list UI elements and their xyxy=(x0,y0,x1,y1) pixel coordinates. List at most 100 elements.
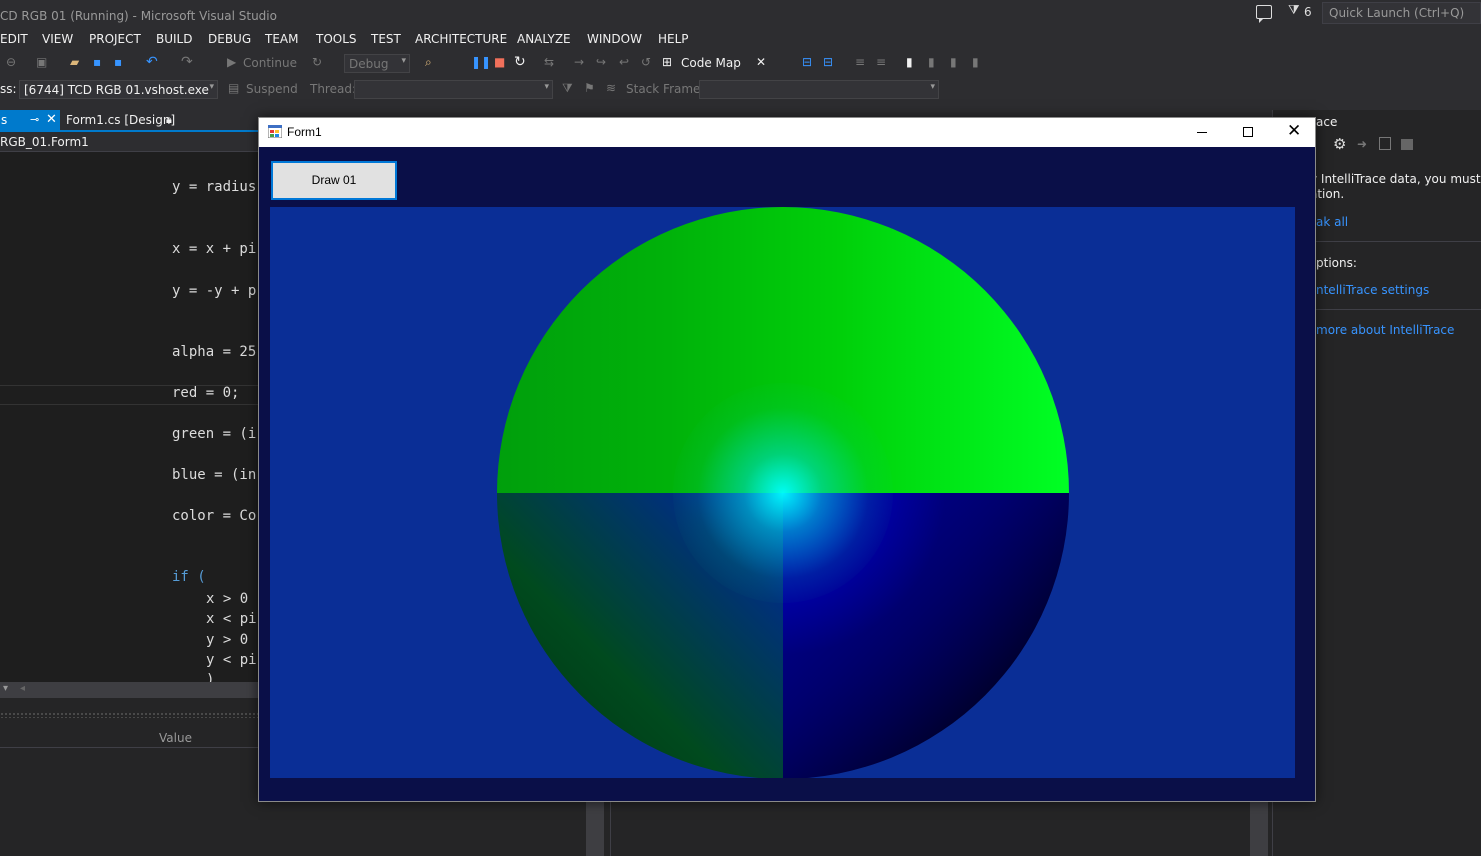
bookmark-icon[interactable]: ▮ xyxy=(906,55,913,69)
code-line: blue = (in xyxy=(172,467,256,483)
tab-code-file-label: s xyxy=(1,113,8,127)
draw-01-button[interactable]: Draw 01 xyxy=(271,161,397,200)
menu-project[interactable]: PROJECT xyxy=(89,32,141,46)
panel-divider xyxy=(610,800,611,856)
code-line: green = (i xyxy=(172,426,256,442)
learn-more-link[interactable]: more about IntelliTrace xyxy=(1316,323,1454,337)
process-select[interactable]: [6744] TCD RGB 01.vshost.exe xyxy=(19,80,218,99)
break-all-link[interactable]: ak all xyxy=(1316,215,1348,229)
step-out-icon[interactable]: ↩ xyxy=(619,55,629,69)
panel-grip[interactable] xyxy=(0,712,258,718)
menu-build[interactable]: BUILD xyxy=(156,32,192,46)
minimize-button[interactable] xyxy=(1179,118,1225,147)
scroll-left-icon[interactable]: ▾ xyxy=(3,683,8,694)
intellitrace-message: v IntelliTrace data, you must bre ation. xyxy=(1310,172,1481,201)
menu-view[interactable]: VIEW xyxy=(42,32,73,46)
call-stack-vertical-scrollbar[interactable] xyxy=(1250,800,1268,856)
color-wheel-image xyxy=(497,207,1069,778)
thread-flag-icon[interactable]: ⚑ xyxy=(584,81,595,95)
save-all-icon[interactable]: ▪ xyxy=(114,55,122,69)
continue-button[interactable]: Continue xyxy=(243,56,297,70)
attach-icon[interactable]: ↻ xyxy=(312,55,322,69)
menu-test[interactable]: TEST xyxy=(371,32,401,46)
show-threads-icon[interactable]: ≋ xyxy=(606,81,616,95)
indent-icon[interactable]: ≡ xyxy=(855,55,865,69)
intellitrace-settings-link[interactable]: ntelliTrace settings xyxy=(1316,283,1429,297)
open-file-icon[interactable]: ▰ xyxy=(70,55,79,69)
tab-form1-design[interactable]: Form1.cs [Design] xyxy=(66,113,175,127)
break-all-icon[interactable]: ❚❚ xyxy=(471,55,491,69)
menu-architecture[interactable]: ARCHITECTURE xyxy=(415,32,507,46)
tab-code-file[interactable]: s ⊸ ✕ xyxy=(0,110,60,130)
clear-bookmarks-icon[interactable]: ▮ xyxy=(972,55,979,69)
minimize-icon xyxy=(1197,132,1207,133)
notifications-flag-icon[interactable]: ⧩ xyxy=(1288,3,1300,18)
value-header-label: Value xyxy=(159,731,192,745)
stack-frame-label: Stack Frame: xyxy=(626,82,705,96)
scroll-right-icon[interactable]: ◂ xyxy=(20,683,25,694)
save-icon[interactable]: ▪ xyxy=(93,55,101,69)
quick-launch-input[interactable]: Quick Launch (Ctrl+Q) xyxy=(1322,2,1481,24)
code-editor[interactable]: y = radius x = x + pi y = -y + p alpha =… xyxy=(0,152,258,682)
code-text: color = Co xyxy=(172,508,257,524)
open-log-icon[interactable] xyxy=(1379,137,1391,150)
maximize-button[interactable] xyxy=(1225,118,1271,147)
stop-debugging-icon[interactable]: ■ xyxy=(494,55,505,69)
uncomment-icon[interactable]: ⊟ xyxy=(823,55,833,69)
menu-team[interactable]: TEAM xyxy=(265,32,298,46)
thread-filter-icon[interactable]: ⧩ xyxy=(562,81,573,96)
show-next-statement-icon[interactable]: ⇆ xyxy=(544,55,554,69)
close-tab-icon[interactable]: ✕ xyxy=(46,112,57,127)
feedback-icon[interactable] xyxy=(1256,5,1272,23)
hex-display-icon[interactable]: ✕ xyxy=(756,55,766,69)
code-text: y = -y + p xyxy=(172,283,257,299)
close-icon: ✕ xyxy=(1287,121,1302,141)
redo-icon[interactable]: ↷ xyxy=(181,54,193,70)
gear-icon[interactable]: ⚙ xyxy=(1333,135,1346,153)
suspend-button[interactable]: Suspend xyxy=(246,82,298,96)
code-text: x = x + pi xyxy=(172,241,257,257)
locals-vertical-scrollbar[interactable] xyxy=(586,800,604,856)
close-button[interactable]: ✕ xyxy=(1271,118,1317,147)
type-dropdown[interactable]: RGB_01.Form1 xyxy=(0,135,89,149)
form1-window: Form1 ✕ Draw 01 xyxy=(258,117,1316,802)
editor-horizontal-scrollbar[interactable]: ▾ ◂ xyxy=(0,682,258,698)
continue-play-icon[interactable]: ▶ xyxy=(227,55,236,69)
restart-icon[interactable]: ↻ xyxy=(514,54,526,70)
next-bookmark-icon[interactable]: ▮ xyxy=(950,55,957,69)
code-line: x = x + pi xyxy=(172,241,256,257)
value-column-header[interactable]: Value xyxy=(0,728,258,748)
navigate-back-icon[interactable]: ⊖ xyxy=(6,55,16,69)
step-into-icon[interactable]: → xyxy=(574,55,584,69)
new-project-icon[interactable]: ▣ xyxy=(36,55,47,69)
solution-config-select[interactable]: Debug xyxy=(344,54,410,73)
code-text: x < pi xyxy=(206,611,257,627)
menu-tools[interactable]: TOOLS xyxy=(316,32,357,46)
thread-select[interactable] xyxy=(354,80,553,99)
prev-bookmark-icon[interactable]: ▮ xyxy=(928,55,935,69)
refresh-icon[interactable]: ↺ xyxy=(641,55,651,69)
step-over-icon[interactable]: ↪ xyxy=(596,55,606,69)
save-log-icon[interactable] xyxy=(1401,139,1413,150)
arrow-right-icon[interactable]: ➜ xyxy=(1357,137,1367,151)
code-map-button[interactable]: Code Map xyxy=(681,56,741,70)
suspend-icon[interactable]: ▤ xyxy=(228,81,239,95)
notification-count[interactable]: 6 xyxy=(1304,5,1312,19)
pin-icon[interactable]: ⊸ xyxy=(30,113,39,126)
stack-frame-select[interactable] xyxy=(699,80,939,99)
undo-icon[interactable]: ↶ xyxy=(146,54,158,70)
menu-help[interactable]: HELP xyxy=(658,32,689,46)
menu-window[interactable]: WINDOW xyxy=(587,32,642,46)
find-icon[interactable]: ⌕ xyxy=(425,55,432,70)
outdent-icon[interactable]: ≡ xyxy=(876,55,886,69)
form1-titlebar[interactable]: Form1 ✕ xyxy=(259,118,1315,147)
code-text: blue = (in xyxy=(172,467,257,483)
code-line: y = radius xyxy=(172,179,256,195)
menu-debug[interactable]: DEBUG xyxy=(208,32,251,46)
comment-icon[interactable]: ⊟ xyxy=(802,55,812,69)
code-text: x > 0 xyxy=(206,591,249,607)
code-text: red = 0; xyxy=(172,385,240,401)
code-map-icon[interactable]: ⊞ xyxy=(662,55,672,69)
menu-edit[interactable]: EDIT xyxy=(0,32,28,46)
menu-analyze[interactable]: ANALYZE xyxy=(517,32,571,46)
